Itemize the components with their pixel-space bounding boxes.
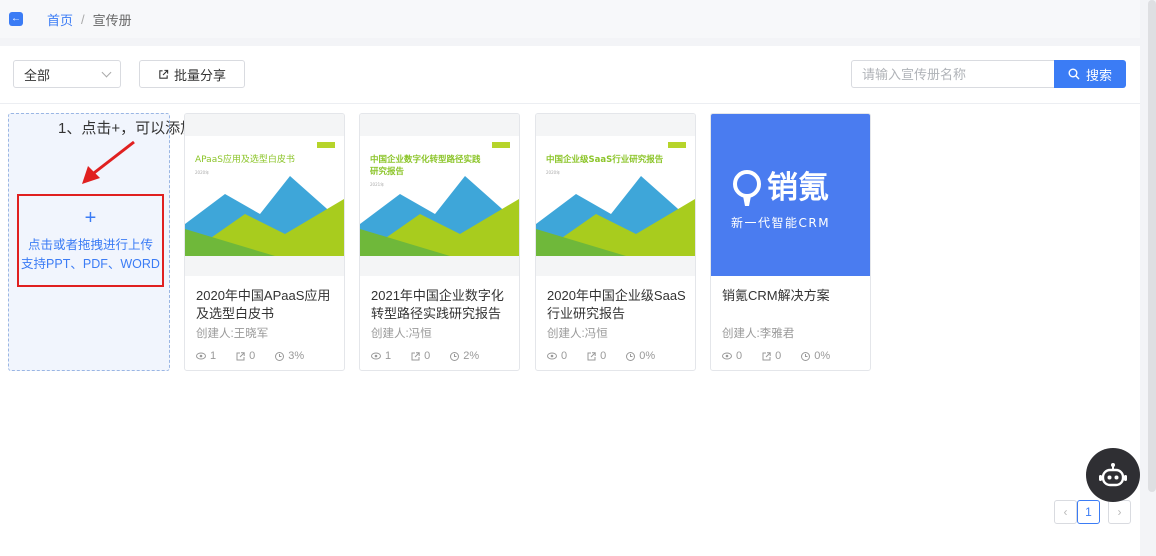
card-stats: 1 0 3% xyxy=(196,350,336,362)
vertical-scrollbar[interactable] xyxy=(1148,0,1156,492)
upload-hint-line2: 支持PPT、PDF、WORD xyxy=(21,256,160,271)
upload-highlight-box[interactable]: + 点击或者拖拽进行上传 支持PPT、PDF、WORD xyxy=(17,194,164,287)
share-count-icon xyxy=(411,351,420,360)
filter-select[interactable]: 全部 xyxy=(13,60,121,88)
card-rate: 2% xyxy=(463,350,480,362)
card-rate: 0% xyxy=(639,350,656,362)
card-title: 2021年中国企业数字化转型路径实践研究报告 xyxy=(371,288,504,321)
cover-year-text: 2021年 xyxy=(370,181,384,187)
eye-icon xyxy=(547,352,557,360)
chevron-down-icon xyxy=(101,67,112,77)
card-creator: 创建人:冯恒 xyxy=(547,328,608,340)
brochure-card[interactable]: 销氪 新一代智能CRM 销氪CRM解决方案 创建人:李雅君 0 0 0% xyxy=(710,113,871,371)
card-rate: 0% xyxy=(814,350,831,362)
batch-share-button[interactable]: 批量分享 xyxy=(139,60,245,88)
brochure-card[interactable]: APaaS应用及选型白皮书 2020年 2020年中国APaaS应用及选型白皮书… xyxy=(184,113,345,371)
card-views: 1 xyxy=(210,350,217,362)
card-views: 0 xyxy=(736,350,743,362)
search-button[interactable]: 搜索 xyxy=(1054,60,1126,88)
breadcrumb-home[interactable]: 首页 xyxy=(47,10,73,29)
top-bar: ← 首页 / 宣传册 xyxy=(0,0,1140,38)
card-cover: 中国企业数字化转型路径实践 研究报告 2021年 xyxy=(360,114,519,276)
eye-icon xyxy=(371,352,381,360)
search-button-label: 搜索 xyxy=(1085,67,1112,83)
assistant-robot-button[interactable] xyxy=(1086,448,1140,502)
pager-prev-button[interactable]: ‹ xyxy=(1054,500,1077,524)
card-cover: 中国企业级SaaS行业研究报告 2020年 xyxy=(536,114,695,276)
pager-next-button[interactable]: › xyxy=(1108,500,1131,524)
share-count-icon xyxy=(236,351,245,360)
brochure-card[interactable]: 中国企业级SaaS行业研究报告 2020年 2020年中国企业级SaaS行业研究… xyxy=(535,113,696,371)
cover-title-text: 中国企业级SaaS行业研究报告 xyxy=(546,154,664,165)
cover-year-text: 2020年 xyxy=(546,169,560,175)
plus-icon: + xyxy=(84,206,97,229)
cover-brand-text: 销氪 xyxy=(767,170,829,206)
eye-icon xyxy=(722,352,732,360)
card-shares: 0 xyxy=(775,350,782,362)
annotation-arrow-icon xyxy=(82,140,135,184)
eye-icon xyxy=(196,352,206,360)
card-title: 销氪CRM解决方案 xyxy=(722,288,830,303)
clock-icon xyxy=(450,351,460,361)
cover-slogan-text: 新一代智能CRM xyxy=(731,215,830,230)
card-stats: 0 0 0% xyxy=(547,350,687,362)
card-shares: 0 xyxy=(600,350,607,362)
search-icon xyxy=(1068,68,1080,80)
card-shares: 0 xyxy=(249,350,256,362)
clock-icon xyxy=(275,351,285,361)
card-title: 2020年中国APaaS应用及选型白皮书 xyxy=(196,288,331,321)
card-creator: 创建人:李雅君 xyxy=(722,328,795,340)
filter-select-value: 全部 xyxy=(24,67,51,83)
robot-icon xyxy=(1099,463,1127,487)
card-rate: 3% xyxy=(288,350,305,362)
card-views: 0 xyxy=(561,350,568,362)
cover-title-text: APaaS应用及选型白皮书 xyxy=(195,153,295,165)
pager-page-1[interactable]: 1 xyxy=(1077,500,1100,524)
card-title: 2020年中国企业级SaaS行业研究报告 xyxy=(547,288,686,321)
card-stats: 1 0 2% xyxy=(371,350,511,362)
card-creator: 创建人:冯恒 xyxy=(371,328,432,340)
share-count-icon xyxy=(587,351,596,360)
breadcrumb-current: 宣传册 xyxy=(92,12,132,28)
breadcrumb-separator: / xyxy=(81,11,85,27)
back-arrow-icon[interactable]: ← xyxy=(9,12,23,26)
card-stats: 0 0 0% xyxy=(722,350,862,362)
cover-year-text: 2020年 xyxy=(195,169,209,175)
upload-hint-line1: 点击或者拖拽进行上传 xyxy=(27,237,153,252)
clock-icon xyxy=(626,351,636,361)
card-shares: 0 xyxy=(424,350,431,362)
card-cover: 销氪 新一代智能CRM xyxy=(711,114,870,276)
card-cover: APaaS应用及选型白皮书 2020年 xyxy=(185,114,344,276)
search-input[interactable] xyxy=(851,60,1055,88)
main-panel: 全部 批量分享 搜索 + 点击或者拖拽进行上传 支持PPT、PDF、WORD 1… xyxy=(0,46,1140,556)
toolbar: 全部 批量分享 搜索 xyxy=(0,46,1140,104)
batch-share-label: 批量分享 xyxy=(173,67,226,83)
brochure-card[interactable]: 中国企业数字化转型路径实践 研究报告 2021年 2021年中国企业数字化转型路… xyxy=(359,113,520,371)
clock-icon xyxy=(801,351,811,361)
card-creator: 创建人:王晓军 xyxy=(196,328,269,340)
card-views: 1 xyxy=(385,350,392,362)
share-count-icon xyxy=(762,351,771,360)
share-icon xyxy=(159,69,169,79)
